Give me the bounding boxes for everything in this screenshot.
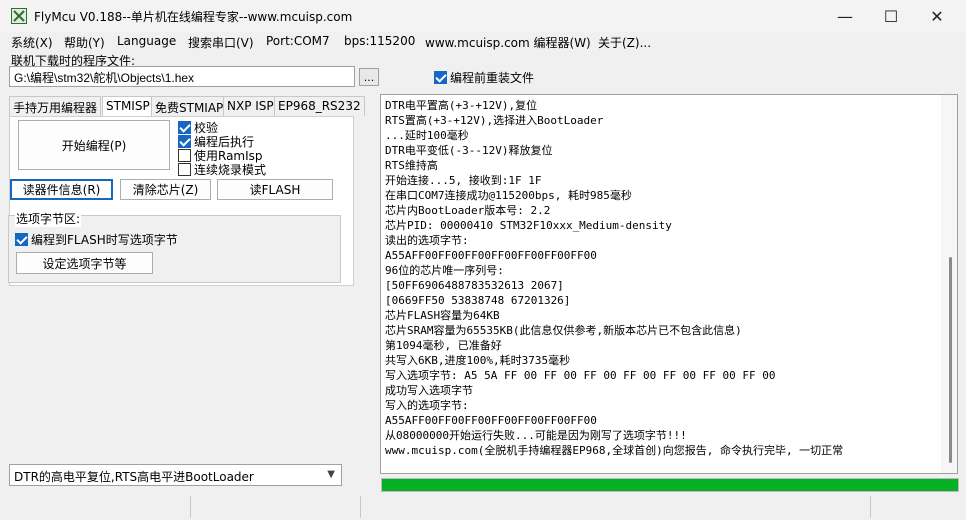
log-line: RTS维持高 [385, 159, 438, 172]
log-line: 芯片FLASH容量为64KB [385, 309, 500, 322]
boot-mode-select[interactable]: DTR的高电平复位,RTS高电平进BootLoader ▼ [9, 464, 342, 486]
set-option-bytes-button[interactable]: 设定选项字节等 [16, 252, 153, 274]
log-line: 写入选项字节: A5 5A FF 00 FF 00 FF 00 FF 00 FF… [385, 369, 776, 382]
log-line: 开始连接...5, 接收到:1F 1F [385, 174, 542, 187]
log-line: 芯片内BootLoader版本号: 2.2 [385, 204, 551, 217]
log-line: 从08000000开始运行失败...可能是因为刚写了选项字节!!! [385, 429, 687, 442]
log-scrollbar[interactable] [941, 95, 957, 473]
status-separator [870, 496, 871, 518]
read-flash-button[interactable]: 读FLASH [217, 179, 333, 200]
menu-port[interactable]: Port:COM7 [266, 34, 330, 48]
log-line: RTS置高(+3-+12V),选择进入BootLoader [385, 114, 604, 127]
boot-mode-value: DTR的高电平复位,RTS高电平进BootLoader [14, 470, 254, 484]
log-output[interactable]: DTR电平置高(+3-+12V),复位 RTS置高(+3-+12V),选择进入Bo… [380, 94, 958, 474]
write-option-bytes-checkbox[interactable] [15, 233, 28, 246]
log-line: A55AFF00FF00FF00FF00FF00FF00FF00 [385, 414, 597, 427]
log-line: 共写入6KB,进度100%,耗时3735毫秒 [385, 354, 571, 367]
log-line: 成功写入选项字节 [385, 384, 473, 397]
reload-before-program-label: 编程前重装文件 [450, 71, 535, 85]
maximize-button[interactable]: ☐ [868, 0, 914, 32]
log-line: ...延时100毫秒 [385, 129, 469, 142]
log-line: DTR电平变低(-3--12V)释放复位 [385, 144, 553, 157]
log-lines: DTR电平置高(+3-+12V),复位 RTS置高(+3-+12V),选择进入Bo… [385, 98, 941, 458]
tab-free-stmiap[interactable]: 免费STMIAP [151, 96, 228, 116]
log-scroll-thumb[interactable] [949, 257, 952, 463]
chevron-down-icon: ▼ [327, 469, 335, 480]
log-line: 读出的选项字节: [385, 234, 469, 247]
log-line: 第1094毫秒, 已准备好 [385, 339, 502, 352]
status-bar [0, 494, 966, 520]
continuous-burn-checkbox[interactable] [178, 163, 191, 176]
write-option-bytes-option[interactable]: 编程到FLASH时写选项字节 [15, 231, 178, 248]
log-line: 写入的选项字节: [385, 399, 469, 412]
log-line: DTR电平置高(+3-+12V),复位 [385, 99, 538, 112]
menu-search-port[interactable]: 搜索串口(V) [188, 34, 254, 51]
progress-bar [381, 478, 959, 492]
log-line: 芯片SRAM容量为65535KB(此信息仅供参考,新版本芯片已不包含此信息) [385, 324, 742, 337]
log-line: 芯片PID: 00000410 STM32F10xxx_Medium-densi… [385, 219, 672, 232]
menu-language[interactable]: Language [117, 34, 176, 48]
tab-handheld-programmer[interactable]: 手持万用编程器 [9, 96, 102, 116]
log-line: 96位的芯片唯一序列号: [385, 264, 504, 277]
continuous-burn-option[interactable]: 连续烧录模式 [178, 161, 266, 178]
log-line: www.mcuisp.com(全脱机手持编程器EP968,全球首创)向您报告, … [385, 444, 844, 457]
tab-nxp-isp[interactable]: NXP ISP [223, 96, 278, 116]
close-button[interactable]: ✕ [914, 0, 960, 32]
continuous-burn-label: 连续烧录模式 [194, 163, 267, 177]
title-bar: FlyMcu V0.188--单片机在线编程专家--www.mcuisp.com… [0, 0, 966, 32]
start-programming-button[interactable]: 开始编程(P) [18, 120, 170, 170]
flymcu-app-icon[interactable] [11, 8, 27, 24]
window-title: FlyMcu V0.188--单片机在线编程专家--www.mcuisp.com [34, 10, 353, 24]
tab-stmisp[interactable]: STMISP [102, 96, 154, 116]
status-separator [360, 496, 361, 518]
log-line: 在串口COM7连接成功@115200bps, 耗时985毫秒 [385, 189, 632, 202]
read-device-info-button[interactable]: 读器件信息(R) [10, 179, 113, 200]
menu-programmer[interactable]: www.mcuisp.com 编程器(W) [425, 34, 591, 51]
tab-ep968-rs232[interactable]: EP968_RS232 [274, 96, 365, 116]
erase-chip-button[interactable]: 清除芯片(Z) [120, 179, 211, 200]
log-line: A55AFF00FF00FF00FF00FF00FF00FF00 [385, 249, 597, 262]
reload-before-program-checkbox[interactable] [434, 71, 447, 84]
browse-button[interactable]: ... [359, 68, 379, 86]
menu-about[interactable]: 关于(Z)... [598, 34, 651, 51]
menu-bar: 系统(X) 帮助(Y) Language 搜索串口(V) Port:COM7 b… [0, 32, 966, 52]
log-line: [50FF6906488783532613 2067] [385, 279, 564, 292]
left-panel-blank [9, 286, 372, 462]
log-line: [0669FF50 53838748 67201326] [385, 294, 571, 307]
status-separator [190, 496, 191, 518]
menu-system[interactable]: 系统(X) [11, 34, 53, 51]
write-option-bytes-label: 编程到FLASH时写选项字节 [31, 233, 178, 247]
option-bytes-group-label: 选项字节区: [15, 210, 82, 227]
menu-baud-rate[interactable]: bps:115200 [344, 34, 415, 48]
minimize-button[interactable]: — [822, 0, 868, 32]
reload-before-program-option[interactable]: 编程前重装文件 [434, 69, 534, 86]
menu-help[interactable]: 帮助(Y) [64, 34, 105, 51]
progress-fill [382, 479, 958, 491]
program-file-input[interactable]: G:\编程\stm32\舵机\Objects\1.hex [9, 66, 355, 87]
